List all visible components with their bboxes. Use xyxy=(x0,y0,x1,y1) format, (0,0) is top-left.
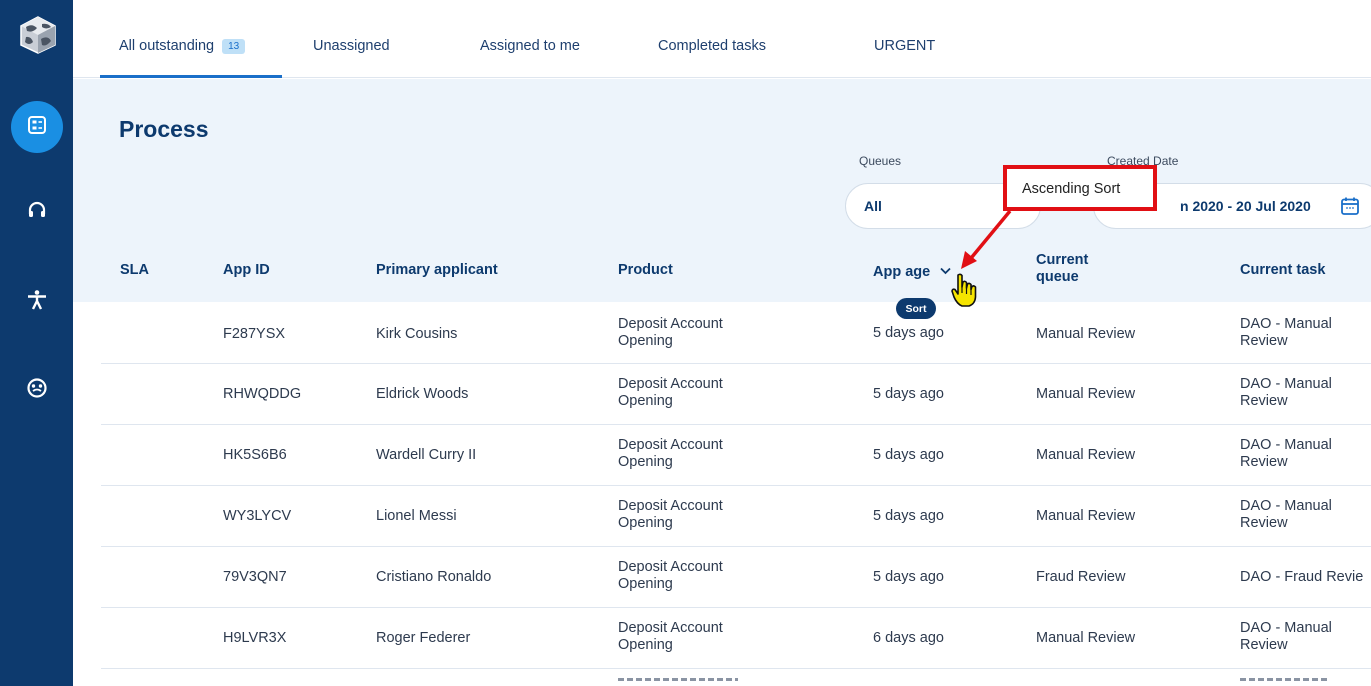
cell-app-age: 5 days ago xyxy=(873,569,944,585)
cell-applicant: Wardell Curry II xyxy=(376,447,477,463)
column-header-product[interactable]: Product xyxy=(618,262,673,279)
cell-applicant: Kirk Cousins xyxy=(376,326,458,342)
tab-unassigned[interactable]: Unassigned xyxy=(313,38,390,54)
cell-current-queue: Manual Review xyxy=(1036,508,1136,524)
cell-current-queue: Manual Review xyxy=(1036,630,1136,646)
cell-app-id: RHWQDDG xyxy=(223,386,302,402)
cell-app-age: 6 days ago xyxy=(873,630,944,646)
cell-current-task: DAO - Fraud Revie xyxy=(1240,569,1364,585)
palette-icon xyxy=(26,377,48,404)
cell-app-age: 5 days ago xyxy=(873,447,944,463)
cell-app-id: HK5S6B6 xyxy=(223,447,287,463)
cell-current-queue: Manual Review xyxy=(1036,326,1136,342)
cell-app-id: WY3LYCV xyxy=(223,508,292,524)
column-header-primary-applicant[interactable]: Primary applicant xyxy=(376,262,498,279)
theme-nav-button[interactable] xyxy=(11,364,63,416)
column-header-app-id[interactable]: App ID xyxy=(223,262,270,279)
headset-icon xyxy=(26,199,48,226)
cell-app-age: 5 days ago xyxy=(873,508,944,524)
table-row[interactable]: F287YSX Kirk Cousins Deposit Account Ope… xyxy=(101,303,1371,364)
cell-product: Deposit Account Opening xyxy=(618,620,723,653)
column-header-current-queue[interactable]: Current queue xyxy=(1036,252,1126,286)
cell-current-task: DAO - Manual Review xyxy=(1240,376,1332,409)
hand-pointer-icon xyxy=(950,273,978,314)
cell-applicant: Eldrick Woods xyxy=(376,386,469,402)
callout-label: Ascending Sort xyxy=(1022,181,1121,197)
cell-app-age: 5 days ago xyxy=(873,386,944,402)
dashboard-icon xyxy=(26,114,48,141)
annotation-arrow xyxy=(961,209,1012,269)
cell-product: Deposit Account Opening xyxy=(618,559,723,592)
dashboard-nav-button[interactable] xyxy=(11,101,63,153)
column-header-current-task[interactable]: Current task xyxy=(1240,262,1325,279)
cell-applicant: Roger Federer xyxy=(376,630,471,646)
calendar-icon[interactable] xyxy=(1340,196,1360,219)
count-badge: 13 xyxy=(222,39,246,54)
cell-current-queue: Fraud Review xyxy=(1036,569,1126,585)
cell-current-task: DAO - Manual Review xyxy=(1240,498,1332,531)
accessibility-icon xyxy=(26,289,48,316)
accessibility-nav-button[interactable] xyxy=(11,276,63,328)
cell-current-task: DAO - Manual Review xyxy=(1240,316,1332,349)
column-header-sla[interactable]: SLA xyxy=(120,262,149,279)
cell-product: Deposit Account Opening xyxy=(618,437,723,470)
main-content: All outstanding 13 Unassigned Assigned to… xyxy=(73,0,1371,686)
app-age-label: App age xyxy=(873,264,931,280)
queues-label: Queues xyxy=(859,154,902,168)
cell-app-age: 5 days ago xyxy=(873,325,944,341)
cell-product: Deposit Account Opening xyxy=(618,376,723,409)
sidebar xyxy=(0,0,73,686)
cell-current-task: DAO - Manual Review xyxy=(1240,620,1332,653)
cell-current-task: DAO - Manual Review xyxy=(1240,437,1332,470)
cell-applicant: Lionel Messi xyxy=(376,508,457,524)
cell-current-queue: Manual Review xyxy=(1036,447,1136,463)
support-nav-button[interactable] xyxy=(11,186,63,238)
next-row-clipped-text xyxy=(618,678,738,681)
tab-label: All outstanding xyxy=(119,38,215,54)
cell-app-id: H9LVR3X xyxy=(223,630,287,646)
table-row[interactable]: H9LVR3X Roger Federer Deposit Account Op… xyxy=(101,608,1371,669)
ascending-sort-callout: Ascending Sort xyxy=(1003,165,1157,211)
cell-app-id: F287YSX xyxy=(223,326,286,342)
cell-applicant: Cristiano Ronaldo xyxy=(376,569,492,585)
page-title: Process xyxy=(119,116,209,142)
tab-all-outstanding[interactable]: All outstanding 13 xyxy=(119,38,246,54)
table-row[interactable]: 79V3QN7 Cristiano Ronaldo Deposit Accoun… xyxy=(101,547,1371,608)
created-date-value: n 2020 - 20 Jul 2020 xyxy=(1180,198,1311,214)
table-row[interactable]: HK5S6B6 Wardell Curry II Deposit Account… xyxy=(101,425,1371,486)
column-header-app-age[interactable]: App age xyxy=(873,263,951,281)
sort-tooltip: Sort xyxy=(896,298,936,319)
tab-completed-tasks[interactable]: Completed tasks xyxy=(658,38,766,54)
table-row[interactable]: WY3LYCV Lionel Messi Deposit Account Ope… xyxy=(101,486,1371,547)
tab-bar: All outstanding 13 Unassigned Assigned to… xyxy=(73,0,1371,78)
globe-cube-logo[interactable] xyxy=(18,15,58,55)
tab-assigned-to-me[interactable]: Assigned to me xyxy=(480,38,580,54)
cell-product: Deposit Account Opening xyxy=(618,316,723,349)
cell-product: Deposit Account Opening xyxy=(618,498,723,531)
active-tab-indicator xyxy=(100,75,282,78)
cell-app-id: 79V3QN7 xyxy=(223,569,287,585)
table-row[interactable]: RHWQDDG Eldrick Woods Deposit Account Op… xyxy=(101,364,1371,425)
cell-current-queue: Manual Review xyxy=(1036,386,1136,402)
tab-urgent[interactable]: URGENT xyxy=(874,38,935,54)
next-row-clipped-text xyxy=(1240,678,1330,681)
queues-select-value: All xyxy=(864,198,882,214)
